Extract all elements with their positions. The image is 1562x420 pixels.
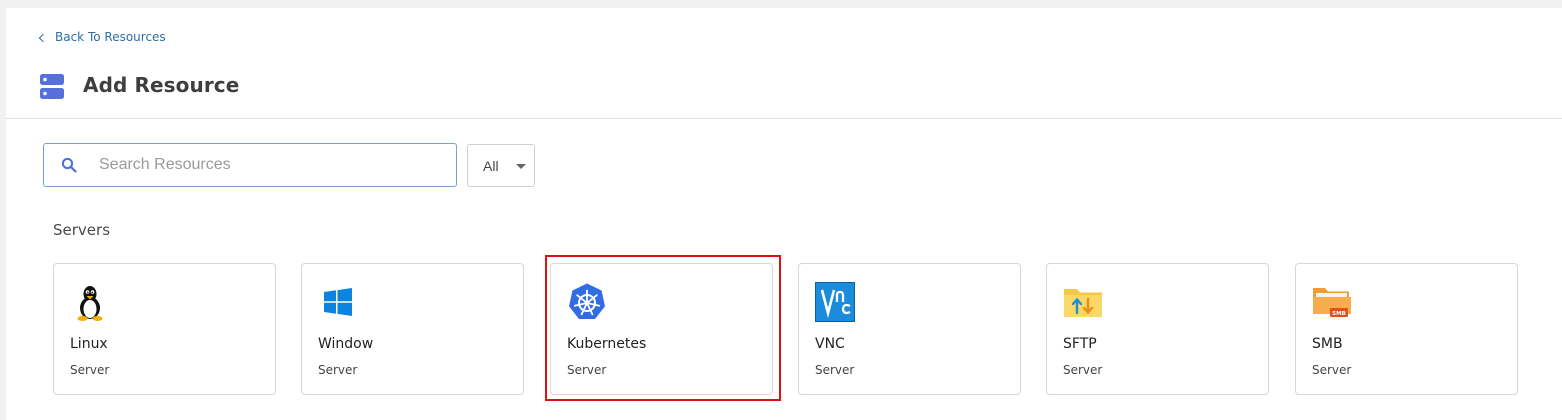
filter-selected-value: All: [483, 157, 499, 174]
card-type: Server: [1063, 363, 1103, 377]
resource-card-window[interactable]: Window Server: [301, 263, 524, 395]
card-type: Server: [318, 363, 358, 377]
caret-down-icon: [516, 164, 526, 169]
windows-logo-icon: [324, 288, 352, 316]
card-name: VNC: [815, 336, 845, 352]
chevron-left-icon: [38, 33, 48, 42]
card-name: Linux: [70, 336, 108, 352]
resource-card-sftp[interactable]: SFTP Server: [1046, 263, 1269, 395]
page-title: Add Resource: [83, 73, 240, 97]
resource-card-smb[interactable]: SMB SMB Server: [1295, 263, 1518, 395]
smb-folder-icon: SMB: [1313, 288, 1351, 317]
back-to-resources-link[interactable]: Back To Resources: [38, 30, 166, 44]
search-input[interactable]: [97, 155, 441, 175]
card-type: Server: [815, 363, 855, 377]
card-type: Server: [1312, 363, 1352, 377]
kubernetes-icon: [569, 283, 605, 319]
servers-section-title: Servers: [53, 221, 111, 239]
card-name: Kubernetes: [567, 336, 647, 352]
card-type: Server: [70, 363, 110, 377]
vnc-icon: [815, 282, 855, 322]
card-type: Server: [567, 363, 607, 377]
linux-tux-icon: [77, 286, 103, 321]
server-icon: [40, 74, 64, 99]
resource-card-vnc[interactable]: VNC Server: [798, 263, 1021, 395]
card-name: SMB: [1312, 336, 1343, 352]
sftp-folder-icon: [1064, 289, 1102, 317]
search-field[interactable]: [43, 143, 457, 187]
svg-text:SMB: SMB: [1332, 311, 1346, 317]
card-name: SFTP: [1063, 336, 1097, 352]
header-divider: [6, 118, 1562, 119]
card-name: Window: [318, 336, 374, 352]
category-filter-select[interactable]: All: [467, 144, 535, 187]
resource-card-linux[interactable]: Linux Server: [53, 263, 276, 395]
resource-card-kubernetes[interactable]: Kubernetes Server: [550, 263, 773, 395]
add-resource-page: Back To Resources Add Resource All Serve…: [6, 8, 1562, 420]
back-link-label: Back To Resources: [55, 30, 166, 44]
search-icon: [61, 157, 77, 173]
